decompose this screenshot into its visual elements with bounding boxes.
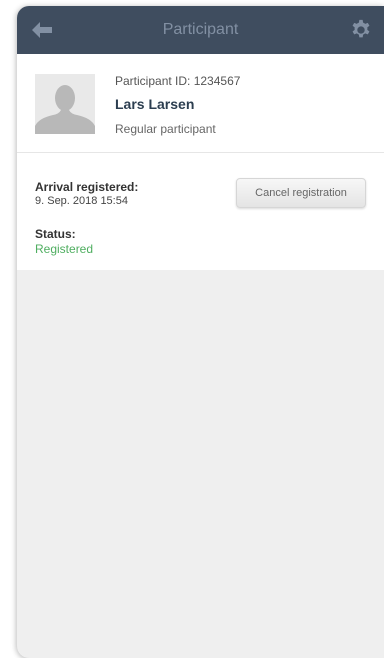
app-frame: Participant Participant ID: 1234567 Lars… [17,6,384,658]
participant-card: Participant ID: 1234567 Lars Larsen Regu… [17,54,384,270]
status-value: Registered [35,242,94,256]
avatar [35,74,95,134]
participant-type: Regular participant [115,122,216,136]
participant-name: Lars Larsen [115,96,195,112]
person-silhouette-icon [35,74,95,134]
settings-button[interactable] [348,17,374,43]
gear-icon [352,19,370,38]
cancel-registration-button[interactable]: Cancel registration [236,178,366,208]
profile-section: Participant ID: 1234567 Lars Larsen Regu… [17,54,384,153]
arrival-label: Arrival registered: [35,180,139,194]
status-label: Status: [35,227,76,241]
page-title: Participant [162,21,239,38]
arrival-timestamp: 9. Sep. 2018 15:54 [35,195,128,207]
header-bar: Participant [17,6,384,54]
participant-id: Participant ID: 1234567 [115,74,241,88]
